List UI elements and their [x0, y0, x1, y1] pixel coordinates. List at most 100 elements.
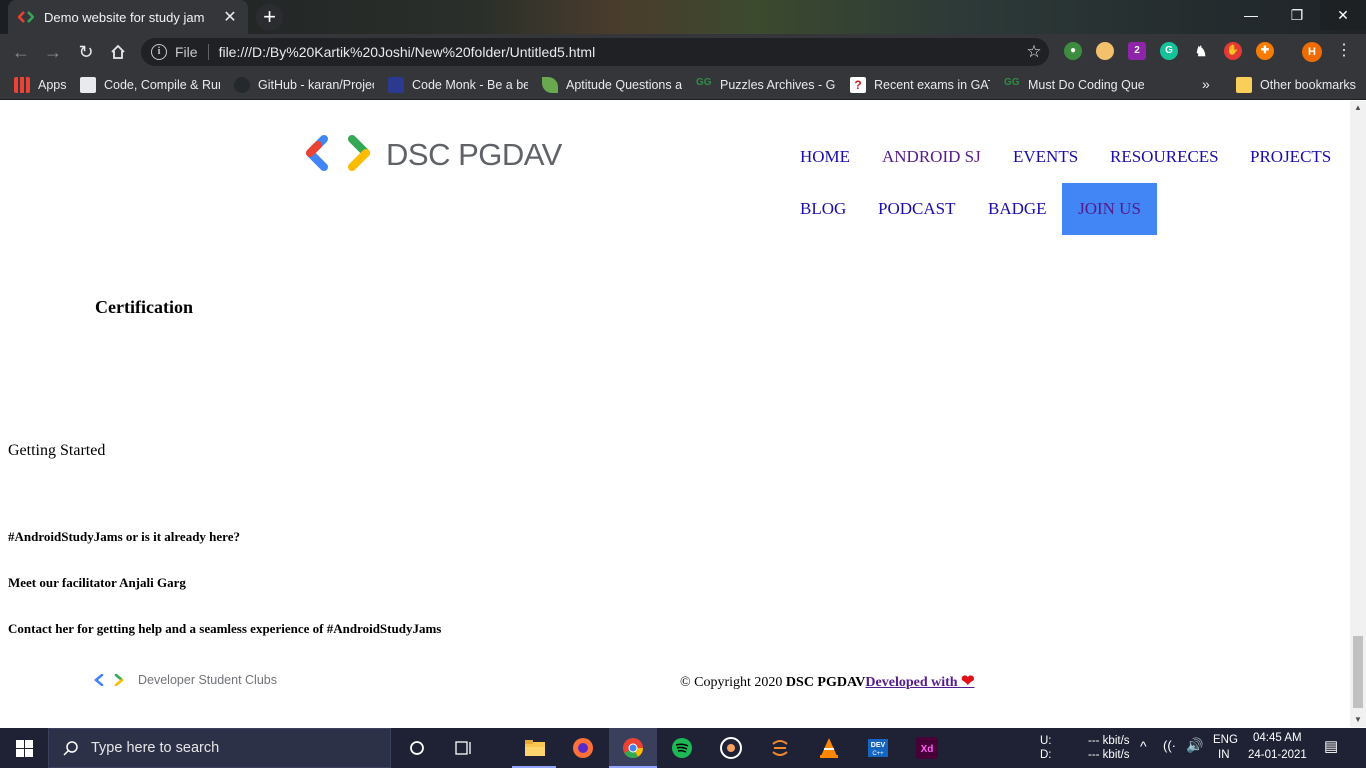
extension-lifebuoy-icon[interactable]: ✚	[1256, 42, 1274, 60]
facilitator-paragraph: Meet our facilitator Anjali Garg	[8, 575, 186, 590]
nav-events[interactable]: EVENTS	[1013, 147, 1078, 167]
bookmark-label: Puzzles Archives - Ge	[720, 78, 836, 92]
wifi-icon[interactable]: ((·	[1163, 738, 1176, 753]
apps-grid-icon	[14, 77, 30, 93]
restore-icon[interactable]: ❐	[1274, 0, 1320, 30]
eclipse-icon[interactable]	[765, 733, 795, 763]
language-label[interactable]: ENG	[1213, 734, 1238, 746]
close-window-icon[interactable]: ✕	[1320, 0, 1366, 30]
nav-projects[interactable]: PROJECTS	[1250, 147, 1331, 167]
nav-badge[interactable]: BADGE	[988, 199, 1047, 219]
bookmark-must-do[interactable]: GG Must Do Coding Ques	[1004, 76, 1144, 94]
bookmark-label: Must Do Coding Ques	[1028, 78, 1144, 92]
reload-icon[interactable]: ↻	[73, 39, 99, 65]
other-bookmarks[interactable]: Other bookmarks	[1236, 76, 1361, 94]
svg-text:Xd: Xd	[921, 744, 934, 755]
gfg-icon: GG	[1004, 77, 1020, 88]
window-controls: — ❐ ✕	[1228, 0, 1366, 30]
extension-2-icon[interactable]: 2	[1128, 42, 1146, 60]
region-label[interactable]: IN	[1218, 749, 1230, 761]
back-arrow-icon[interactable]: ←	[8, 39, 34, 65]
dsc-favicon-icon	[18, 9, 34, 25]
developed-with-link[interactable]: Developed with ❤	[865, 673, 974, 690]
folder-icon	[1236, 77, 1252, 93]
nav-podcast[interactable]: PODCAST	[878, 199, 955, 219]
tab-close-icon[interactable]: ✕	[222, 7, 238, 27]
nav-blog[interactable]: BLOG	[800, 199, 846, 219]
tray-chevron-icon[interactable]: ^	[1140, 738, 1147, 754]
page-viewport: DSC PGDAV HOME ANDROID SJ EVENTS RESOURE…	[0, 101, 1350, 727]
adobe-xd-icon[interactable]: Xd	[912, 733, 942, 763]
nav-home[interactable]: HOME	[800, 147, 850, 167]
bookmark-code-compile[interactable]: Code, Compile & Run	[80, 76, 220, 94]
bookmarks-bar: Apps Code, Compile & Run GitHub - karan/…	[0, 70, 1366, 100]
net-up-value: --- kbit/s	[1088, 735, 1130, 747]
search-icon	[63, 741, 78, 756]
net-up-label: U:	[1040, 735, 1052, 747]
grammarly-icon[interactable]: G	[1160, 42, 1178, 60]
taskbar-search-input[interactable]: Type here to search	[48, 728, 391, 768]
clock-date[interactable]: 24-01-2021	[1248, 749, 1307, 761]
bookmark-label: Recent exams in GATE	[874, 78, 990, 92]
bookmark-github[interactable]: GitHub - karan/Projects	[234, 76, 374, 94]
getting-started-text: Getting Started	[8, 442, 106, 459]
tab-title: Demo website for study jam	[44, 9, 205, 25]
media-player-icon[interactable]	[716, 733, 746, 763]
site-logo[interactable]: DSC PGDAV	[306, 135, 562, 175]
profile-avatar[interactable]: H	[1302, 42, 1322, 62]
chrome-icon[interactable]	[618, 733, 648, 763]
browser-tab[interactable]: Demo website for study jam ✕	[8, 0, 248, 34]
devcpp-icon[interactable]: DEV C++	[863, 733, 893, 763]
page-scrollbar[interactable]: ▲ ▼	[1350, 101, 1366, 727]
net-down-value: --- kbit/s	[1088, 749, 1130, 761]
browser-menu-icon[interactable]: ⋮	[1334, 40, 1354, 60]
cortana-icon[interactable]	[402, 733, 432, 763]
extension-gnome-icon[interactable]: ♞	[1192, 42, 1210, 60]
scroll-down-icon[interactable]: ▼	[1350, 713, 1366, 727]
vlc-icon[interactable]	[814, 733, 844, 763]
bookmark-codemonk[interactable]: Code Monk - Be a be	[388, 76, 528, 94]
extension-stop-icon[interactable]: ✋	[1224, 42, 1242, 60]
firefox-icon[interactable]	[568, 733, 598, 763]
search-placeholder: Type here to search	[91, 740, 220, 756]
cc-icon	[80, 77, 96, 93]
join-us-button[interactable]: JOIN US	[1062, 183, 1157, 235]
bookmark-label: Code Monk - Be a be	[412, 78, 528, 92]
bookmark-star-icon[interactable]: ☆	[1019, 42, 1049, 62]
scroll-up-icon[interactable]: ▲	[1350, 101, 1366, 115]
clock-time[interactable]: 04:45 AM	[1253, 732, 1302, 744]
address-bar[interactable]: i File file:///D:/By%20Kartik%20Joshi/Ne…	[141, 38, 1049, 66]
bookmark-puzzles[interactable]: GG Puzzles Archives - Ge	[696, 76, 836, 94]
footer-logo-text: Developer Student Clubs	[138, 673, 277, 687]
home-icon[interactable]	[105, 39, 131, 65]
net-down-label: D:	[1040, 749, 1052, 761]
nav-resources[interactable]: RESOURECES	[1110, 147, 1219, 167]
spotify-icon[interactable]	[667, 733, 697, 763]
bookmark-label: Code, Compile & Run	[104, 78, 220, 92]
extension-colorzilla-icon[interactable]: ●	[1064, 42, 1082, 60]
footer-logo: Developer Student Clubs	[94, 673, 277, 687]
windows-start-icon[interactable]	[0, 728, 48, 768]
file-explorer-icon[interactable]	[520, 733, 550, 763]
task-view-icon[interactable]	[449, 733, 479, 763]
minimize-icon[interactable]: —	[1228, 0, 1274, 30]
bookmark-gate[interactable]: ? Recent exams in GATE	[850, 76, 990, 94]
bookmarks-overflow-icon[interactable]: »	[1202, 76, 1210, 92]
url-text[interactable]: file:///D:/By%20Kartik%20Joshi/New%20fol…	[219, 44, 1019, 60]
contact-paragraph: Contact her for getting help and a seaml…	[8, 621, 442, 636]
scroll-thumb[interactable]	[1353, 636, 1363, 708]
bookmark-aptitude[interactable]: Aptitude Questions an	[542, 76, 682, 94]
logo-text: DSC PGDAV	[386, 137, 562, 172]
browser-titlebar: Demo website for study jam ✕ + — ❐ ✕	[0, 0, 1366, 34]
gfg-icon: GG	[696, 77, 712, 88]
dsc-logo-icon	[306, 135, 370, 171]
nav-android-sj[interactable]: ANDROID SJ	[882, 147, 981, 167]
forward-arrow-icon[interactable]: →	[40, 39, 66, 65]
new-tab-button[interactable]: +	[256, 4, 283, 31]
volume-icon[interactable]: 🔊	[1186, 737, 1203, 754]
copyright-org: DSC PGDAV	[785, 675, 866, 690]
site-info-icon[interactable]: i	[151, 44, 167, 60]
extension-cookie-icon[interactable]	[1096, 42, 1114, 60]
notifications-icon[interactable]: ▤	[1324, 737, 1338, 755]
bookmark-apps[interactable]: Apps	[14, 76, 74, 94]
